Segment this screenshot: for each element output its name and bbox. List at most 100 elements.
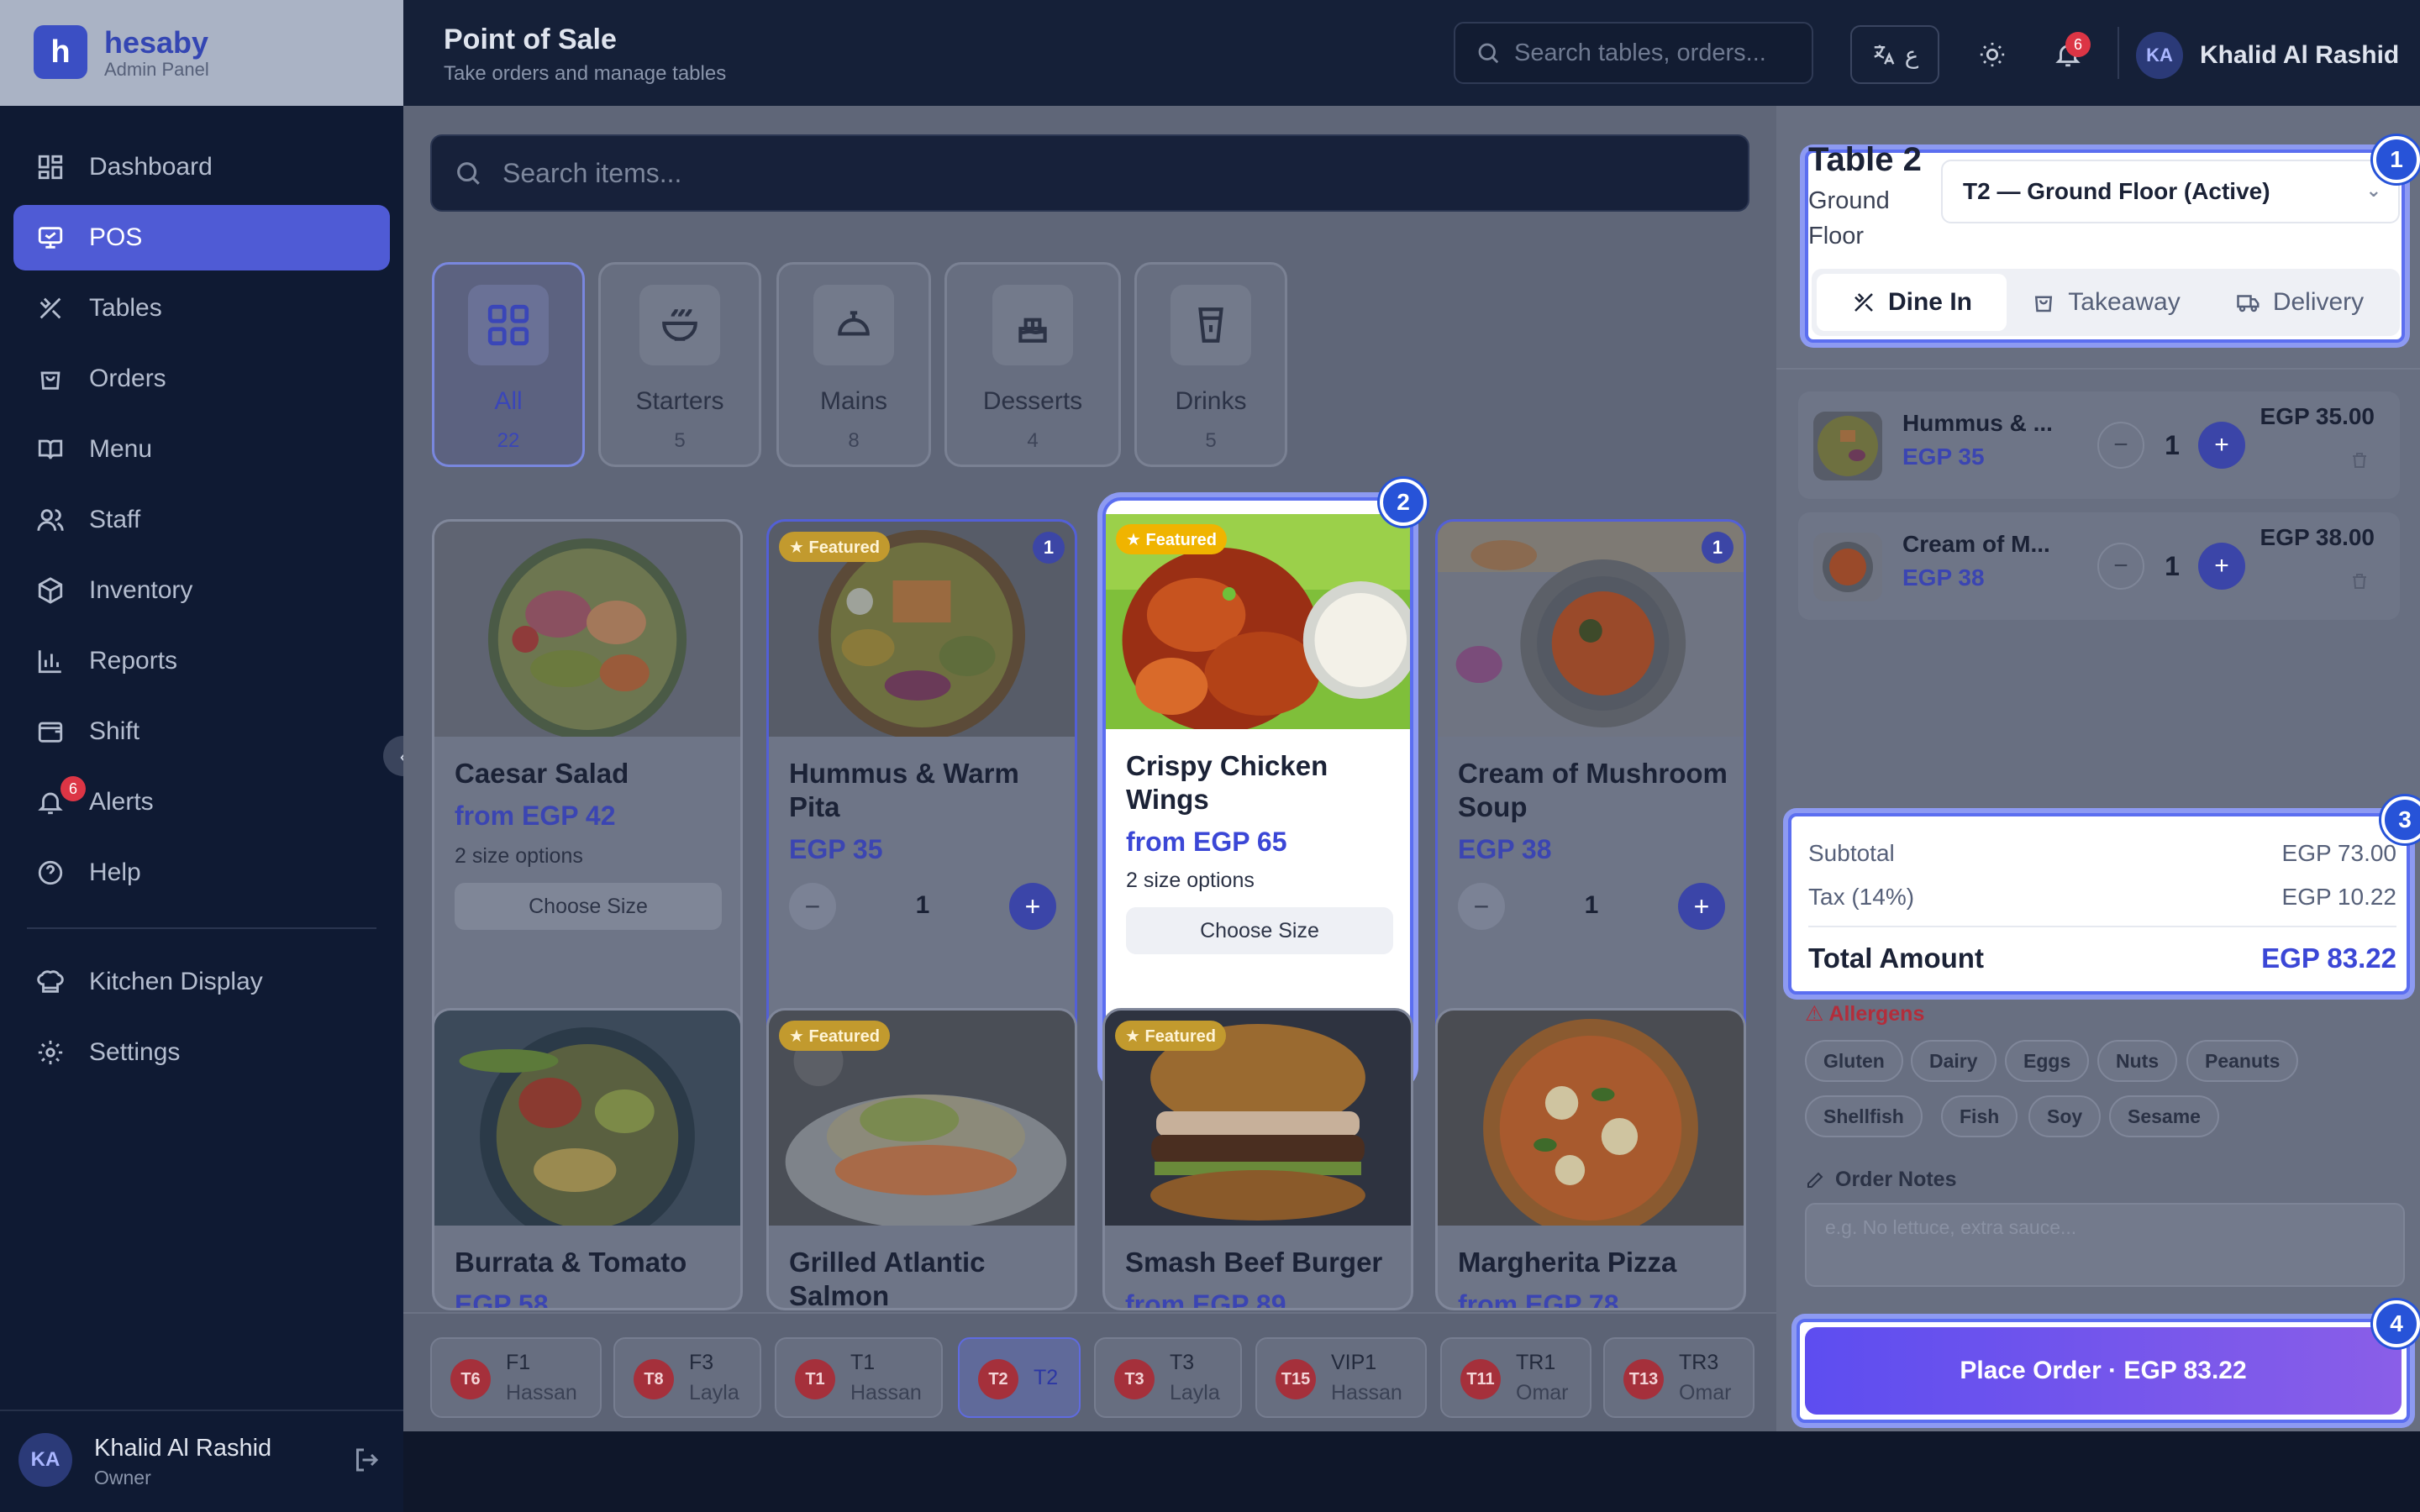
header-user-menu[interactable]: KA Khalid Al Rashid	[2136, 32, 2399, 79]
order-notes-text: Order Notes	[1835, 1168, 1957, 1191]
table-chip[interactable]: T1 T1 Hassan	[775, 1337, 943, 1418]
category-starters[interactable]: Starters 5	[598, 262, 761, 467]
table-chip[interactable]: T15 VIP1 Hassan	[1255, 1337, 1427, 1418]
table-select[interactable]: T2 — Ground Floor (Active) ⌄	[1941, 160, 2400, 223]
allergen-chip[interactable]: Soy	[2028, 1095, 2102, 1137]
choose-size-button[interactable]: Choose Size	[455, 883, 722, 930]
menu-item-card[interactable]: ★ Featured Crispy Chicken Wings from EGP…	[1102, 497, 1413, 1085]
table-chip[interactable]: T13 TR3 Omar	[1603, 1337, 1754, 1418]
table-name: T3	[1170, 1351, 1195, 1374]
allergen-chip[interactable]: Sesame	[2109, 1095, 2219, 1137]
header-search-input[interactable]: Search tables, orders...	[1454, 22, 1813, 84]
language-button[interactable]: ع	[1850, 25, 1939, 84]
sidebar-item-help[interactable]: Help	[13, 840, 390, 906]
table-chip[interactable]: T6 F1 Hassan	[430, 1337, 602, 1418]
sidebar-item-inventory[interactable]: Inventory	[13, 558, 390, 623]
cart-item-name: Hummus & ...	[1902, 410, 2053, 436]
allergen-chip[interactable]: Dairy	[1911, 1040, 1996, 1082]
sidebar-item-shift[interactable]: Shift	[13, 699, 390, 764]
translate-icon	[1871, 42, 1897, 67]
quantity-value: 1	[915, 891, 930, 919]
table-name: F3	[689, 1351, 714, 1374]
sidebar-item-label: Shift	[89, 717, 140, 745]
sidebar-item-pos[interactable]: POS	[13, 205, 390, 270]
menu-item-card[interactable]: Caesar Salad from EGP 42 2 size options …	[432, 519, 743, 1089]
item-search-input[interactable]: Search items...	[430, 134, 1749, 212]
decrease-button[interactable]: −	[789, 883, 836, 930]
allergen-chip[interactable]: Peanuts	[2186, 1040, 2299, 1082]
menu-item-sizes: 2 size options	[1126, 869, 1255, 892]
allergen-chip[interactable]: Gluten	[1805, 1040, 1903, 1082]
sidebar-user-role: Owner	[94, 1467, 151, 1488]
sidebar-item-alerts[interactable]: Alerts 6	[13, 769, 390, 835]
search-icon	[1476, 40, 1501, 66]
menu-item-card[interactable]: ★ Featured Grilled Atlantic Salmon	[766, 1008, 1077, 1310]
tab-delivery[interactable]: Delivery	[2205, 274, 2395, 331]
menu-item-card[interactable]: ★ Featured Smash Beef Burger from EGP 89	[1102, 1008, 1413, 1310]
menu-item-card[interactable]: ★ Featured 1 Hummus & Warm Pita EGP 35 −…	[766, 519, 1077, 1089]
total-row: Total Amount EGP 83.22	[1808, 942, 2396, 974]
help-icon	[34, 856, 67, 890]
brand-subtitle: Admin Panel	[104, 59, 209, 80]
trash-icon[interactable]	[2348, 449, 2371, 472]
decrease-button[interactable]: −	[1458, 883, 1505, 930]
table-owner: Hassan	[850, 1381, 922, 1404]
subtotal-value: EGP 73.00	[2281, 840, 2396, 866]
place-order-button[interactable]: Place Order · EGP 83.22	[1805, 1327, 2402, 1415]
trash-icon[interactable]	[2348, 570, 2371, 593]
order-notes-input[interactable]: e.g. No lettuce, extra sauce...	[1805, 1203, 2405, 1287]
step-marker-2: 2	[1380, 479, 1427, 526]
table-chip-active[interactable]: T2 T2	[958, 1337, 1081, 1418]
soup-icon	[639, 285, 720, 365]
sidebar-item-reports[interactable]: Reports	[13, 628, 390, 694]
category-count: 5	[674, 429, 686, 452]
menu-item-card[interactable]: 1 Cream of Mushroom Soup EGP 38 − 1 +	[1435, 519, 1746, 1089]
increase-button[interactable]: +	[1678, 883, 1725, 930]
allergen-chip[interactable]: Fish	[1941, 1095, 2018, 1137]
category-drinks[interactable]: Drinks 5	[1134, 262, 1287, 467]
decrease-button[interactable]: −	[2097, 543, 2144, 590]
category-mains[interactable]: Mains 8	[776, 262, 931, 467]
table-chip[interactable]: T8 F3 Layla	[613, 1337, 761, 1418]
table-name: TR3	[1679, 1351, 1719, 1374]
table-chip[interactable]: T3 T3 Layla	[1094, 1337, 1242, 1418]
table-owner: Hassan	[1331, 1381, 1402, 1404]
sidebar-item-dashboard[interactable]: Dashboard	[13, 134, 390, 200]
menu-item-card[interactable]: Burrata & Tomato EGP 58	[432, 1008, 743, 1310]
category-desserts[interactable]: Desserts 4	[944, 262, 1121, 467]
tab-takeaway[interactable]: Takeaway	[2013, 274, 2198, 331]
sidebar-item-staff[interactable]: Staff	[13, 487, 390, 553]
tax-row: Tax (14%) EGP 10.22	[1808, 884, 2396, 911]
increase-button[interactable]: +	[2198, 422, 2245, 469]
brand-header[interactable]: h hesaby Admin Panel	[0, 0, 403, 106]
sidebar-item-kitchen-display[interactable]: Kitchen Display	[13, 949, 390, 1015]
logout-icon[interactable]	[351, 1445, 385, 1478]
allergen-chip[interactable]: Shellfish	[1805, 1095, 1923, 1137]
allergen-chip[interactable]: Nuts	[2097, 1040, 2178, 1082]
menu-item-title: Cream of Mushroom Soup	[1458, 758, 1728, 822]
increase-button[interactable]: +	[2198, 543, 2245, 590]
cart-item-total: EGP 38.00	[2260, 524, 2375, 550]
tab-dine-in[interactable]: Dine In	[1817, 274, 2007, 331]
sidebar-item-orders[interactable]: Orders	[13, 346, 390, 412]
sidebar-item-settings[interactable]: Settings	[13, 1020, 390, 1085]
menu-item-price: EGP 35	[789, 834, 883, 864]
table-chip[interactable]: T11 TR1 Omar	[1440, 1337, 1591, 1418]
place-order-section: Place Order · EGP 83.22	[1797, 1319, 2410, 1423]
menu-item-card[interactable]: Margherita Pizza from EGP 78	[1435, 1008, 1746, 1310]
margherita-pizza-image	[1438, 1011, 1744, 1237]
table-floor: Ground Floor	[1808, 187, 1890, 249]
menu-item-title: Hummus & Warm Pita	[789, 758, 1019, 822]
decrease-button[interactable]: −	[2097, 422, 2144, 469]
sidebar-item-menu[interactable]: Menu	[13, 417, 390, 482]
category-label: Mains	[819, 387, 888, 415]
avatar: KA	[18, 1433, 72, 1487]
choose-size-button[interactable]: Choose Size	[1126, 907, 1393, 954]
increase-button[interactable]: +	[1009, 883, 1056, 930]
allergen-chip[interactable]: Eggs	[2005, 1040, 2090, 1082]
sidebar-item-tables[interactable]: Tables	[13, 276, 390, 341]
cart-qty-badge: 1	[1033, 532, 1065, 564]
summary-divider	[1808, 926, 2396, 927]
sun-icon[interactable]	[1971, 34, 2013, 76]
category-all[interactable]: All 22	[432, 262, 585, 467]
